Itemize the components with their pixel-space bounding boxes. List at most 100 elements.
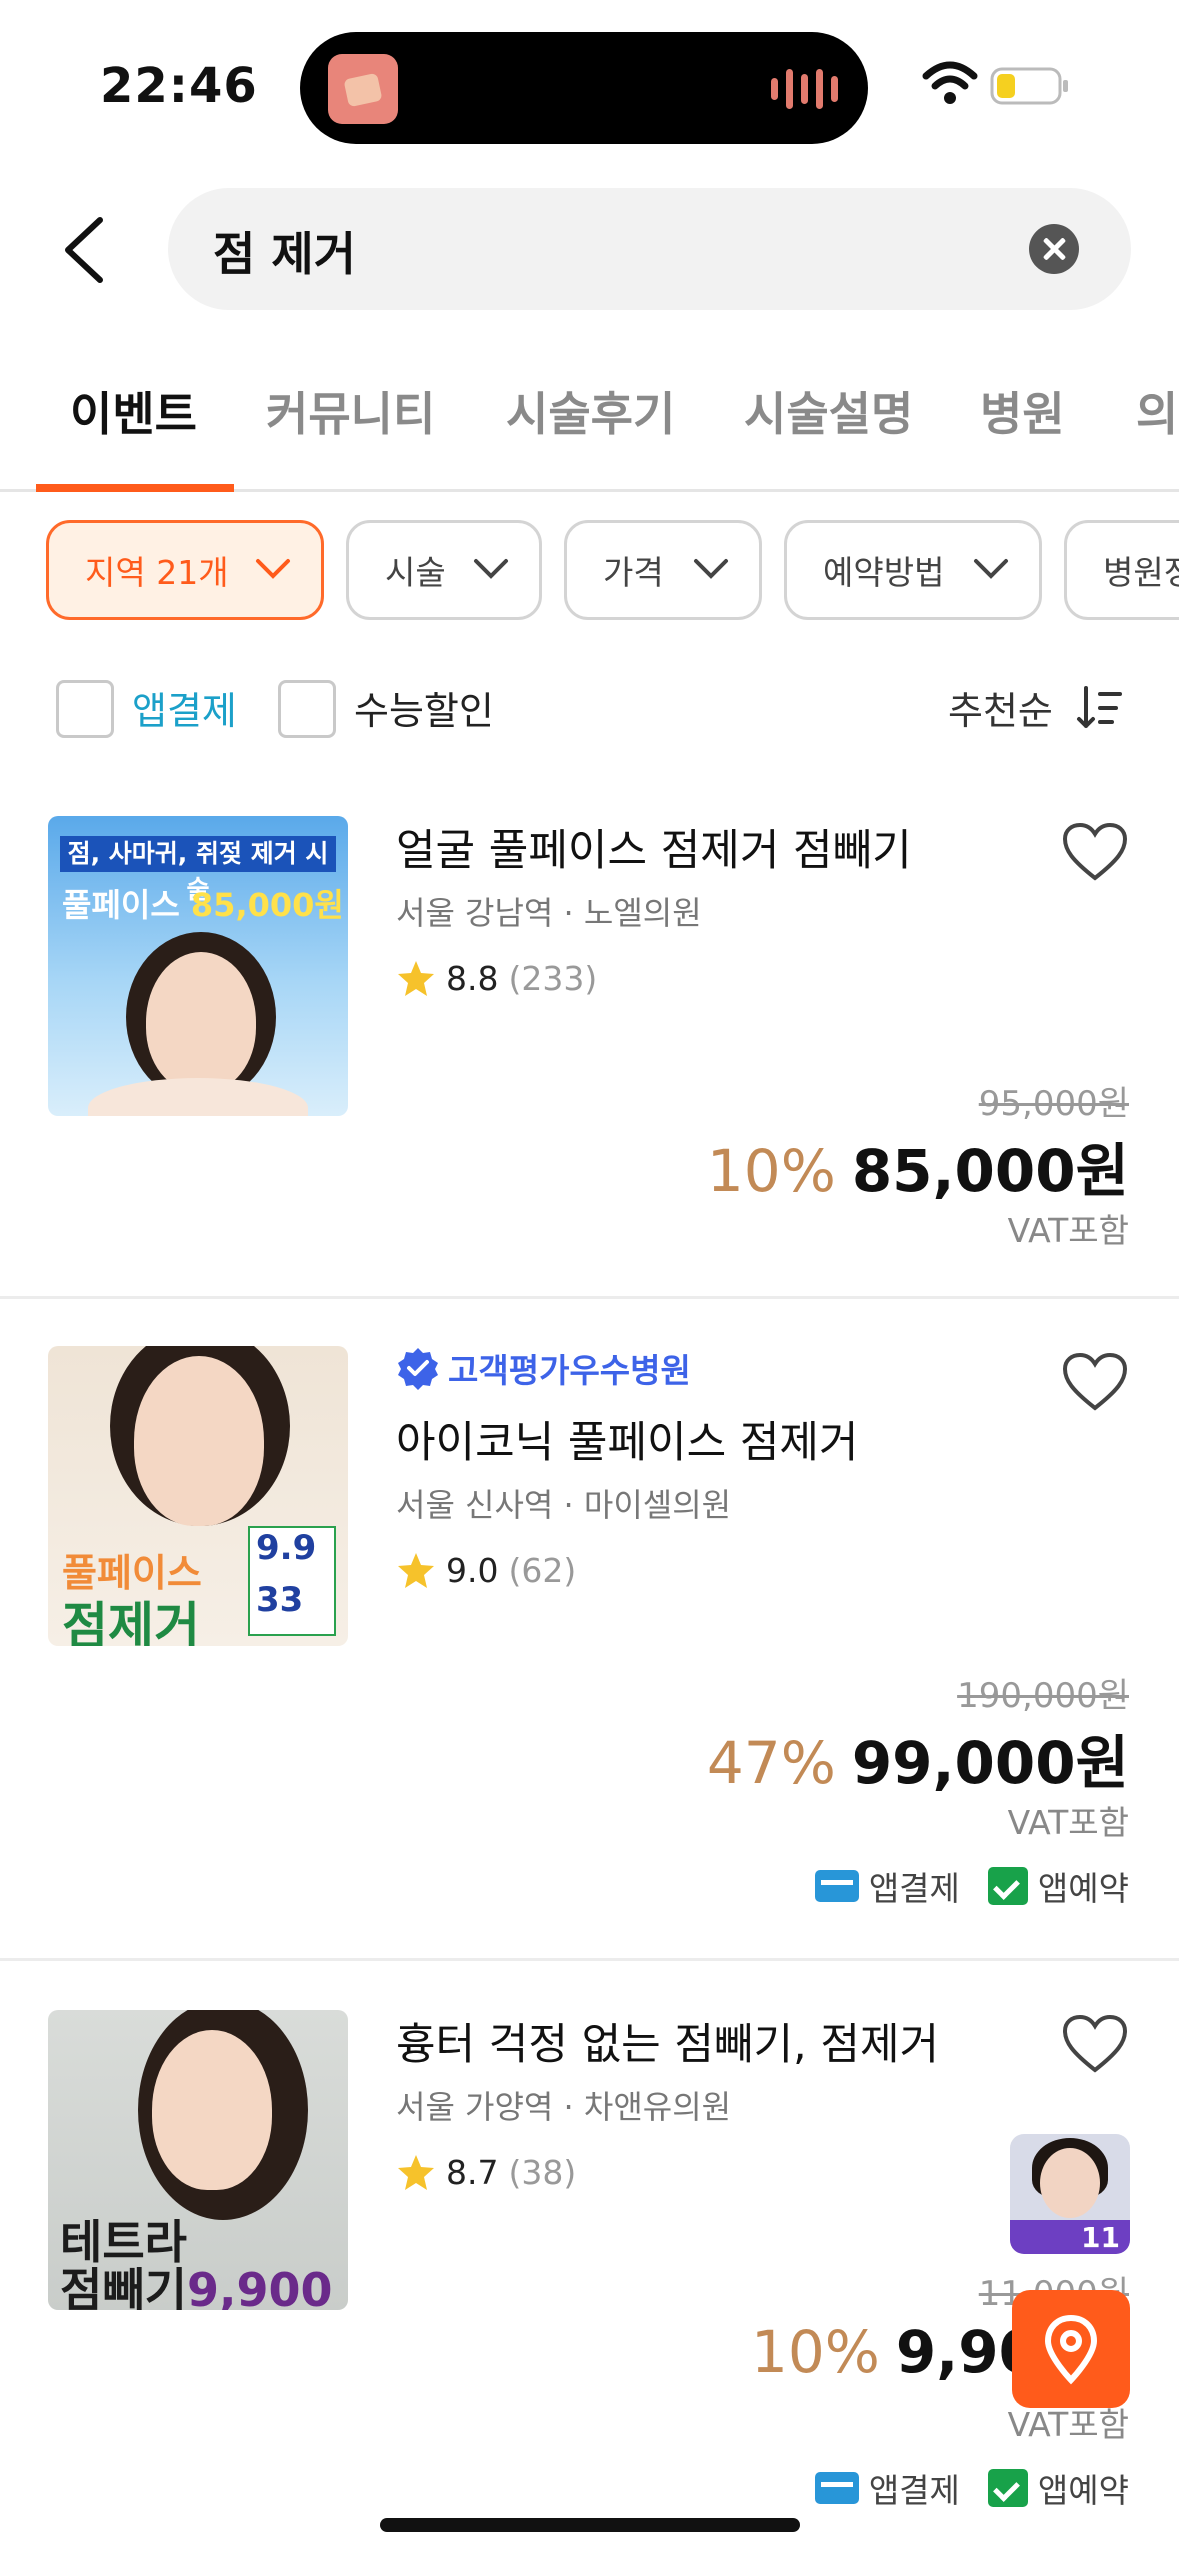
thumb-price-text: 풀페이스 85,000원 <box>62 886 344 924</box>
review-count: (62) <box>508 1550 577 1590</box>
filter-price-chip[interactable]: 가격 <box>564 520 762 620</box>
verified-check-icon <box>398 1348 438 1390</box>
sort-icon[interactable] <box>1076 684 1124 732</box>
discount-rate: 10% <box>706 1137 836 1205</box>
original-price: 190,000원 <box>957 1676 1129 1716</box>
app-pay-label[interactable]: 앱결제 <box>132 680 237 735</box>
discount-rate: 10% <box>750 2318 880 2386</box>
model-face <box>146 952 256 1092</box>
filter-booking-label: 예약방법 <box>823 553 945 592</box>
product-thumbnail[interactable]: 풀페이스 점제거 9.9 33 <box>48 1346 348 1646</box>
vat-label: VAT포함 <box>1007 1211 1129 1250</box>
calendar-check-icon <box>987 2469 1028 2507</box>
price-row: 10% 9,90 <box>751 2318 1039 2386</box>
audio-waveform-icon <box>771 68 838 110</box>
rating-value: 8.8 <box>446 958 499 998</box>
battery-icon <box>990 67 1068 105</box>
wifi-icon <box>922 61 978 104</box>
discount-rate: 47% <box>706 1729 836 1797</box>
filter-price-label: 가격 <box>603 553 664 592</box>
product-rating: 9.0 (62) <box>396 1550 576 1590</box>
thumb-banner-text: 점, 사마귀, 쥐젖 제거 시술 <box>60 836 336 904</box>
product-location: 서울 강남역 · 노엘의원 <box>396 894 702 932</box>
product-location: 서울 가양역 · 차앤유의원 <box>396 2088 732 2126</box>
heart-icon[interactable] <box>1062 2014 1128 2074</box>
price-row: 10% 85,000원 <box>707 1124 1129 1208</box>
heart-icon[interactable] <box>1062 1352 1128 1412</box>
clear-icon[interactable] <box>1029 224 1079 274</box>
tab-community[interactable]: 커뮤니티 <box>266 378 435 444</box>
model-face <box>1040 2148 1100 2218</box>
product-thumbnail[interactable]: 테트라 점빼기9,900 <box>48 2010 348 2310</box>
thumb-price-box: 9.9 33 <box>248 1526 336 1636</box>
star-icon <box>398 1553 434 1588</box>
verified-hospital-badge: 고객평가우수병원 <box>396 1344 691 1392</box>
now-playing-artwork-icon <box>328 54 398 124</box>
chevron-down-icon <box>474 559 508 579</box>
tab-event[interactable]: 이벤트 <box>70 378 197 444</box>
floating-ad-thumbnail[interactable]: 11 <box>1010 2134 1130 2254</box>
vat-label: VAT포함 <box>1007 1803 1129 1842</box>
tab-doctor[interactable]: 의 <box>1136 378 1178 444</box>
location-pin-icon <box>1044 2314 1098 2385</box>
product-thumbnail[interactable]: 점, 사마귀, 쥐젖 제거 시술 풀페이스 85,000원 <box>48 816 348 1116</box>
rating-value: 8.7 <box>446 2152 499 2192</box>
filter-region-chip[interactable]: 지역 21개 <box>46 520 324 620</box>
model-face <box>134 1356 264 1526</box>
chevron-down-icon <box>694 559 728 579</box>
product-rating: 8.7 (38) <box>396 2152 576 2192</box>
product-title[interactable]: 흉터 걱정 없는 점빼기, 점제거 <box>396 2010 939 2072</box>
search-query[interactable]: 점 제거 <box>213 218 356 284</box>
tab-reviews[interactable]: 시술후기 <box>506 378 675 444</box>
dynamic-island[interactable] <box>300 32 868 144</box>
calendar-check-icon <box>987 1867 1028 1905</box>
card-icon <box>814 2472 859 2504</box>
review-count: (38) <box>508 2152 577 2192</box>
star-icon <box>398 961 434 996</box>
ad-number: 11 <box>1081 2221 1120 2254</box>
thumb-text: 점제거 <box>62 1597 200 1646</box>
map-button[interactable] <box>1012 2290 1130 2408</box>
tab-bar: 이벤트 커뮤니티 시술후기 시술설명 병원 의 <box>0 360 1179 492</box>
csat-discount-label[interactable]: 수능할인 <box>354 680 494 735</box>
thumb-text: 점빼기9,900 <box>60 2263 333 2310</box>
divider <box>0 1296 1179 1299</box>
product-title[interactable]: 얼굴 풀페이스 점제거 점빼기 <box>396 816 912 878</box>
filter-treatment-chip[interactable]: 시술 <box>346 520 542 620</box>
divider <box>0 1958 1179 1961</box>
feature-tags: 앱결제 앱예약 <box>814 1862 1129 1910</box>
csat-discount-checkbox[interactable] <box>278 680 336 738</box>
status-bar: 22:46 <box>0 0 1179 170</box>
product-location: 서울 신사역 · 마이셀의원 <box>396 1486 732 1524</box>
star-icon <box>398 2155 434 2190</box>
card-icon <box>814 1870 859 1902</box>
app-pay-tag: 앱결제 <box>814 2464 960 2512</box>
app-booking-tag: 앱예약 <box>987 2464 1129 2512</box>
model-shoulders <box>88 1078 308 1116</box>
tab-hospital[interactable]: 병원 <box>980 378 1065 444</box>
filter-hospital-chip[interactable]: 병원정 <box>1064 520 1179 620</box>
home-indicator[interactable] <box>380 2518 800 2532</box>
app-pay-tag: 앱결제 <box>814 1862 960 1910</box>
filter-hospital-label: 병원정 <box>1103 553 1179 592</box>
back-arrow-icon[interactable] <box>60 212 110 288</box>
sale-price: 85,000원 <box>851 1137 1129 1205</box>
model-face <box>152 2030 272 2190</box>
review-count: (233) <box>508 958 598 998</box>
heart-icon[interactable] <box>1062 822 1128 882</box>
price-row: 47% 99,000원 <box>707 1716 1129 1800</box>
filter-booking-chip[interactable]: 예약방법 <box>784 520 1042 620</box>
app-pay-checkbox[interactable] <box>56 680 114 738</box>
filter-treatment-label: 시술 <box>385 553 446 592</box>
filter-region-label: 지역 21개 <box>85 553 229 592</box>
feature-tags: 앱결제 앱예약 <box>814 2464 1129 2512</box>
product-title[interactable]: 아이코닉 풀페이스 점제거 <box>396 1408 859 1470</box>
tab-treatment-info[interactable]: 시술설명 <box>744 378 913 444</box>
status-time: 22:46 <box>100 58 258 114</box>
rating-value: 9.0 <box>446 1550 499 1590</box>
sort-label[interactable]: 추천순 <box>948 680 1053 735</box>
product-rating: 8.8 (233) <box>396 958 597 998</box>
search-input[interactable]: 점 제거 <box>168 188 1131 310</box>
sale-price: 99,000원 <box>851 1729 1129 1797</box>
chevron-down-icon <box>974 559 1008 579</box>
